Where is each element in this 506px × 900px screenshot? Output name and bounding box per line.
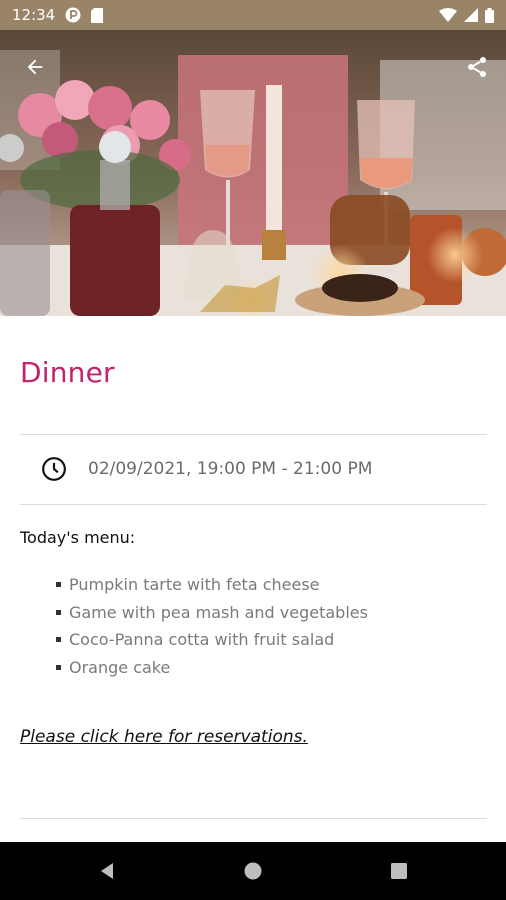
battery-icon <box>485 7 494 23</box>
list-item: Orange cake <box>56 654 368 682</box>
menu-item-text: Orange cake <box>69 657 171 677</box>
system-nav-bar <box>0 842 506 900</box>
share-button[interactable] <box>460 50 494 84</box>
nav-back-icon <box>101 863 113 879</box>
menu-item-text: Pumpkin tarte with feta cheese <box>69 575 320 594</box>
wifi-icon <box>439 8 457 22</box>
bullet <box>56 637 61 643</box>
nav-home-button[interactable] <box>180 842 326 900</box>
app-notification-icon <box>65 7 81 23</box>
menu-item-text: Game with pea mash and vegetables <box>69 602 368 622</box>
status-time: 12:34 <box>12 6 56 24</box>
status-bar: 12:34 <box>0 0 506 30</box>
arrow-left-icon <box>27 59 43 75</box>
list-item: Pumpkin tarte with feta cheese <box>56 571 368 599</box>
list-item: Game with pea mash and vegetables <box>56 599 368 627</box>
event-title: Dinner <box>20 356 115 389</box>
share-icon <box>468 57 486 77</box>
cell-signal-icon <box>464 8 478 22</box>
menu-item-text: Coco-Panna cotta with fruit salad <box>69 630 335 649</box>
menu-heading: Today's menu: <box>20 528 136 547</box>
reservation-link[interactable]: Please click here for reservations. <box>20 727 308 747</box>
menu-list: Pumpkin tarte with feta cheese Game with… <box>56 571 368 681</box>
bullet <box>56 664 61 670</box>
hero-image <box>0 30 506 316</box>
nav-recents-icon <box>391 863 407 879</box>
bullet <box>56 609 61 615</box>
bullet <box>56 582 61 588</box>
event-datetime-row: 02/09/2021, 19:00 PM - 21:00 PM <box>20 434 487 504</box>
clock-icon <box>40 455 68 483</box>
sd-card-icon <box>91 7 104 23</box>
divider-bottom <box>20 818 487 819</box>
event-datetime: 02/09/2021, 19:00 PM - 21:00 PM <box>88 459 373 479</box>
dinner-table-photo <box>0 30 506 316</box>
nav-recents-button[interactable] <box>326 842 472 900</box>
list-item: Coco-Panna cotta with fruit salad <box>56 626 368 654</box>
back-button[interactable] <box>18 50 52 84</box>
divider-middle <box>20 504 487 505</box>
nav-home-icon <box>244 862 262 880</box>
nav-back-button[interactable] <box>34 842 180 900</box>
